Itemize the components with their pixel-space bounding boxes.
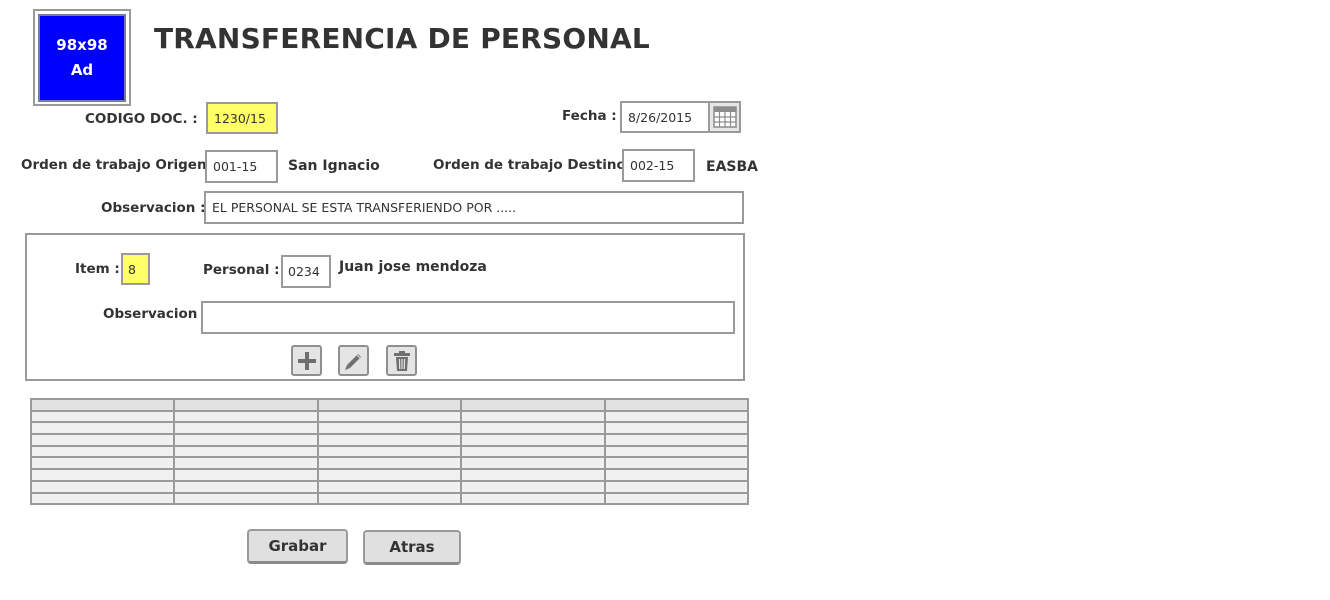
table-cell[interactable] — [316, 456, 463, 471]
calendar-button[interactable] — [708, 101, 741, 133]
page-title: TRANSFERENCIA DE PERSONAL — [154, 22, 650, 55]
observacion-label: Observacion : — [101, 200, 206, 216]
table-cell[interactable] — [316, 421, 463, 436]
table-row[interactable] — [29, 491, 750, 506]
destino-field[interactable]: 002-15 — [622, 149, 695, 182]
table-cell[interactable] — [173, 456, 319, 471]
table-cell[interactable] — [460, 421, 606, 436]
table-cell[interactable] — [603, 444, 750, 459]
table-cell[interactable] — [603, 421, 750, 436]
plus-icon — [297, 351, 316, 370]
fecha-label: Fecha : — [562, 108, 617, 124]
table-cell[interactable] — [173, 409, 319, 424]
origen-label: Orden de trabajo Origen : — [21, 157, 217, 173]
personal-label: Personal : — [203, 262, 280, 278]
table-cell[interactable] — [603, 479, 750, 494]
grid-header-cell — [29, 398, 176, 412]
table-cell[interactable] — [316, 491, 463, 506]
origen-field[interactable]: 001-15 — [205, 150, 278, 183]
table-cell[interactable] — [29, 491, 176, 506]
table-cell[interactable] — [603, 433, 750, 447]
delete-button[interactable] — [386, 345, 417, 376]
table-cell[interactable] — [316, 479, 463, 494]
item-label: Item : — [75, 261, 120, 277]
trash-icon — [393, 350, 410, 371]
table-row[interactable] — [29, 421, 750, 436]
detail-observacion-field[interactable] — [201, 301, 735, 334]
detail-observacion-label: Observacion : — [103, 306, 208, 322]
table-cell[interactable] — [173, 444, 319, 459]
personal-grid — [29, 398, 750, 506]
table-cell[interactable] — [460, 491, 606, 506]
table-cell[interactable] — [29, 444, 176, 459]
table-cell[interactable] — [173, 433, 319, 447]
destino-label: Orden de trabajo Destino : — [433, 157, 636, 173]
item-field[interactable]: 8 — [121, 253, 150, 285]
table-row[interactable] — [29, 479, 750, 494]
grid-header-cell — [173, 398, 319, 412]
table-cell[interactable] — [29, 468, 176, 482]
table-row[interactable] — [29, 456, 750, 471]
table-cell[interactable] — [460, 479, 606, 494]
ad-label: Ad — [70, 61, 94, 79]
table-cell[interactable] — [460, 409, 606, 424]
table-cell[interactable] — [316, 444, 463, 459]
ad-size-label: 98x98 — [56, 36, 108, 54]
personal-name: Juan jose mendoza — [339, 259, 487, 275]
observacion-field[interactable]: EL PERSONAL SE ESTA TRANSFERIENDO POR ..… — [204, 191, 744, 224]
table-cell[interactable] — [603, 409, 750, 424]
table-cell[interactable] — [316, 433, 463, 447]
table-cell[interactable] — [29, 433, 176, 447]
table-cell[interactable] — [460, 444, 606, 459]
table-cell[interactable] — [603, 468, 750, 482]
personal-code-field[interactable]: 0234 — [281, 255, 331, 288]
table-cell[interactable] — [29, 479, 176, 494]
ad-placeholder: 98x98 Ad — [33, 9, 131, 106]
table-row[interactable] — [29, 409, 750, 424]
codigo-label: CODIGO DOC. : — [85, 111, 198, 127]
codigo-field[interactable]: 1230/15 — [206, 102, 278, 134]
grid-header-row — [29, 398, 750, 412]
destino-name: EASBA — [706, 159, 758, 175]
table-row[interactable] — [29, 444, 750, 459]
table-cell[interactable] — [316, 409, 463, 424]
table-row[interactable] — [29, 468, 750, 482]
transfer-form: 98x98 Ad TRANSFERENCIA DE PERSONAL CODIG… — [0, 0, 1330, 600]
origen-name: San Ignacio — [288, 158, 380, 174]
save-button[interactable]: Grabar — [247, 529, 348, 564]
table-cell[interactable] — [460, 468, 606, 482]
table-cell[interactable] — [603, 491, 750, 506]
back-button[interactable]: Atras — [363, 530, 461, 565]
table-cell[interactable] — [173, 468, 319, 482]
grid-header-cell — [603, 398, 750, 412]
table-cell[interactable] — [29, 456, 176, 471]
table-cell[interactable] — [603, 456, 750, 471]
ad-box: 98x98 Ad — [38, 14, 126, 102]
table-cell[interactable] — [316, 468, 463, 482]
calendar-icon — [712, 106, 737, 128]
fecha-field[interactable]: 8/26/2015 — [620, 101, 710, 133]
grid-header-cell — [316, 398, 463, 412]
edit-button[interactable] — [338, 345, 369, 376]
table-cell[interactable] — [173, 491, 319, 506]
table-cell[interactable] — [460, 456, 606, 471]
table-cell[interactable] — [29, 409, 176, 424]
table-cell[interactable] — [173, 421, 319, 436]
table-cell[interactable] — [173, 479, 319, 494]
table-cell[interactable] — [460, 433, 606, 447]
grid-header-cell — [460, 398, 606, 412]
add-button[interactable] — [291, 345, 322, 376]
table-cell[interactable] — [29, 421, 176, 436]
table-row[interactable] — [29, 433, 750, 447]
pencil-icon — [344, 353, 361, 370]
